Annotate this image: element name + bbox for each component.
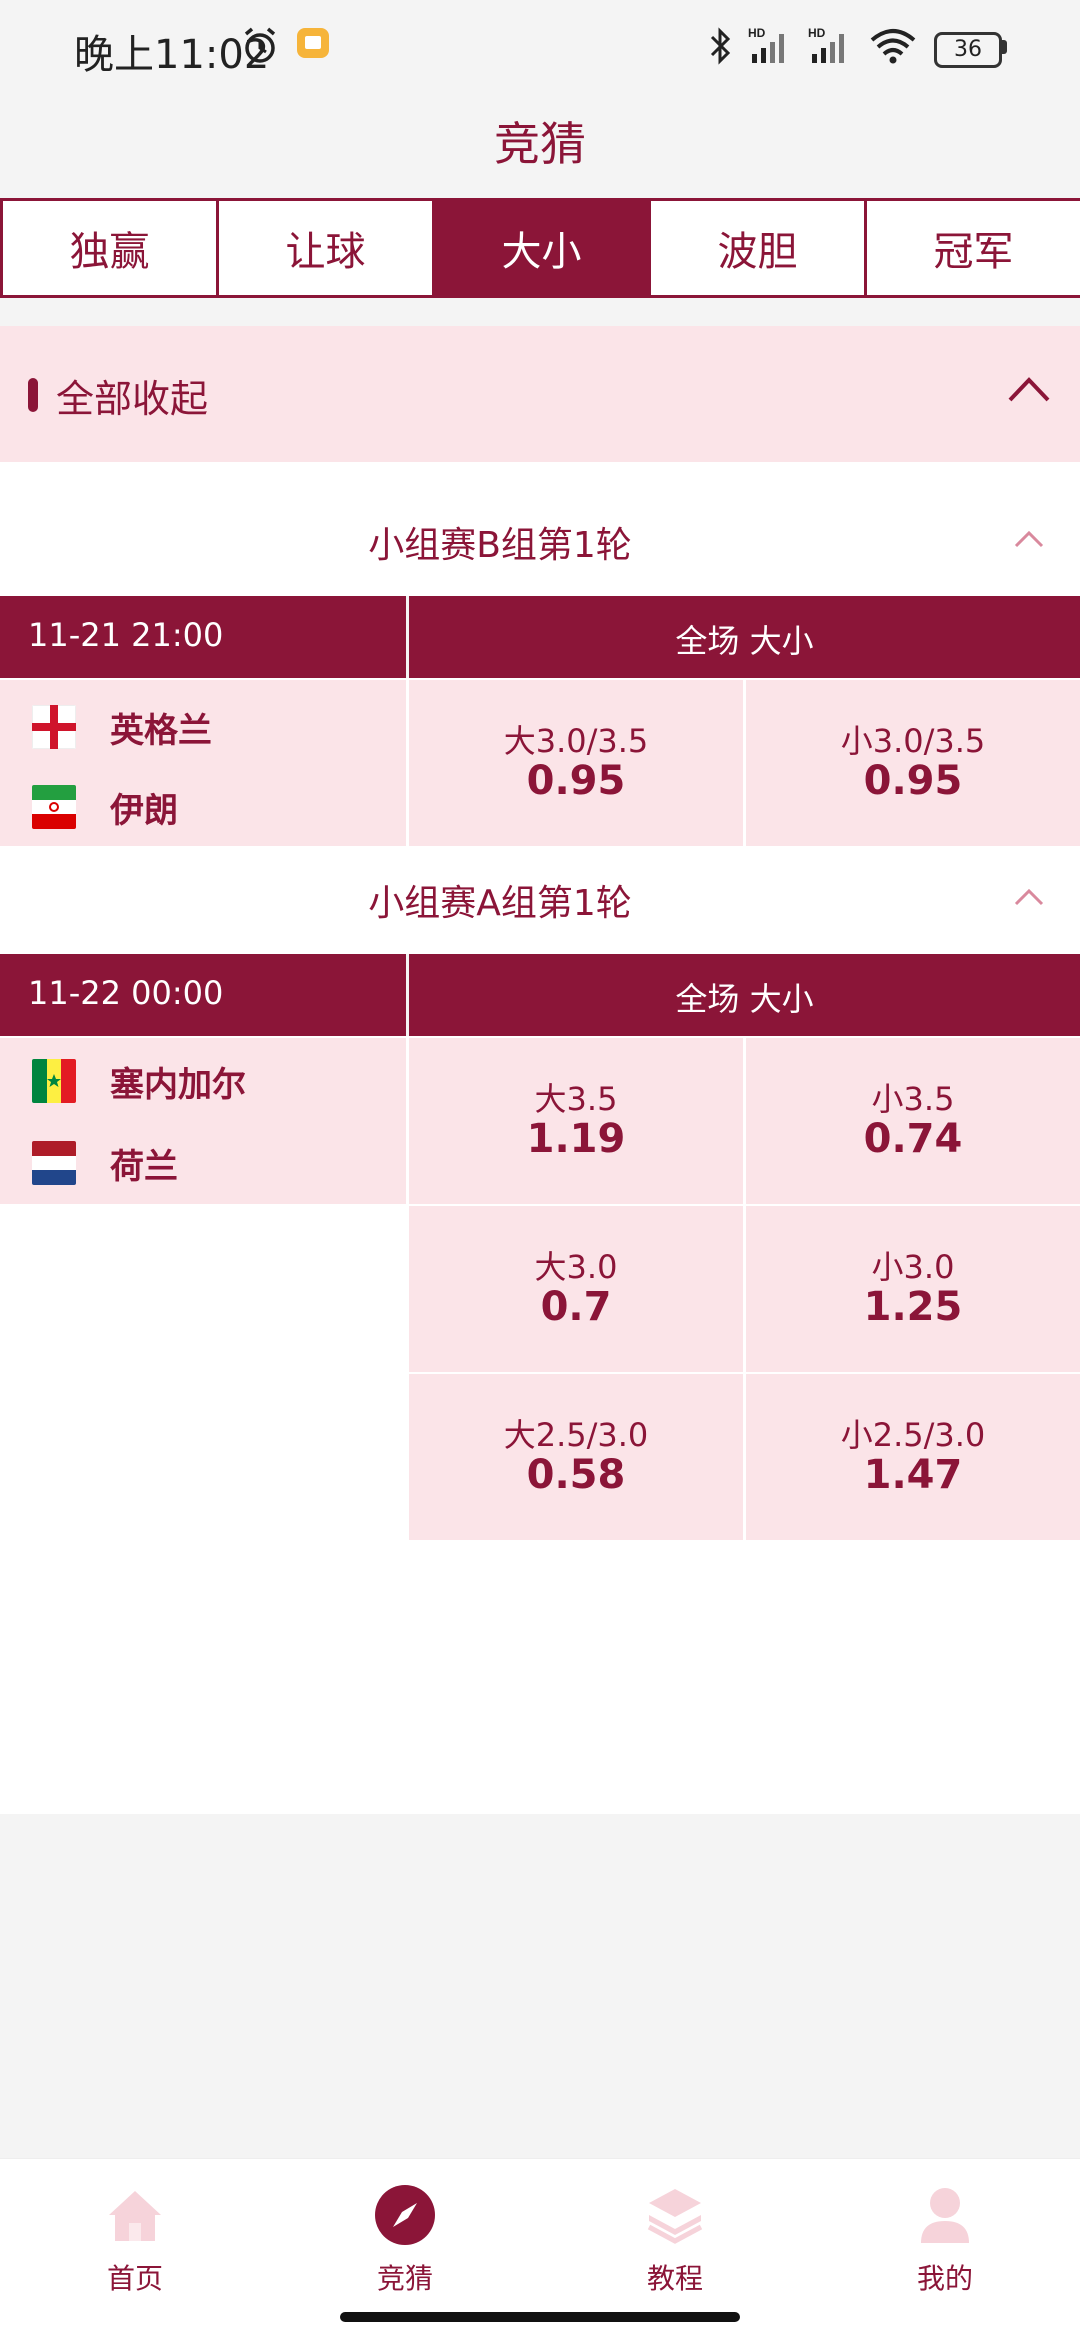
match-time: 11-21 21:00 [28,616,224,654]
nav-label: 我的 [916,2262,973,2295]
group-title: 小组赛B组第1轮 [368,525,632,566]
odds-value: 0.95 [526,758,626,804]
match-time: 11-22 00:00 [28,974,224,1012]
user-icon [913,2183,977,2247]
odds-label: 大3.0 [534,1248,618,1286]
odds-label: 小3.5 [871,1080,955,1118]
layers-icon [643,2183,707,2247]
compass-icon [373,2183,437,2247]
collapse-marker [28,378,38,412]
odds-under-cell[interactable]: 小3.5 0.74 [746,1038,1080,1204]
odds-value: 1.25 [863,1284,963,1330]
odds-value: 0.74 [863,1116,963,1162]
notification-app-icon [297,28,329,58]
odds-label: 大3.5 [534,1080,618,1118]
team-row: 伊朗 [32,782,178,832]
nav-item-profile[interactable]: 我的 [810,2169,1080,2297]
team-row: 英格兰 [32,702,212,752]
odds-over-cell[interactable]: 大3.0/3.5 0.95 [409,680,743,846]
chevron-up-icon[interactable] [1004,370,1054,410]
odds-value: 0.95 [863,758,963,804]
team-name: 塞内加尔 [110,1064,246,1105]
bluetooth-icon [710,27,731,65]
svg-text:HD: HD [748,26,766,40]
team-name: 伊朗 [110,790,178,831]
home-indicator[interactable] [340,2312,740,2322]
odds-label: 大2.5/3.0 [503,1416,649,1454]
nav-item-home[interactable]: 首页 [0,2169,270,2297]
tab-win[interactable]: 独赢 [0,201,216,295]
odds-under-cell[interactable]: 小3.0 1.25 [746,1206,1080,1372]
status-time: 晚上11:02 [74,32,270,78]
england-flag-icon [32,705,76,749]
group-title: 小组赛A组第1轮 [368,883,632,924]
signal-hd-icon: HD [748,26,784,63]
team-name: 英格兰 [110,710,212,751]
odds-value: 1.19 [526,1116,626,1162]
collapse-all-label: 全部收起 [56,377,209,421]
odds-value: 0.7 [540,1284,612,1330]
svg-text:HD: HD [808,26,826,40]
tab-correct-score[interactable]: 波胆 [648,201,864,295]
team-row: 塞内加尔 [32,1056,246,1106]
senegal-flag-icon [32,1059,76,1103]
odds-under-cell[interactable]: 小2.5/3.0 1.47 [746,1374,1080,1540]
alarm-icon [244,27,276,63]
match-header: 11-21 21:00 全场 大小 [0,596,1080,678]
battery-indicator: 36 [934,32,1002,68]
group-chevron-up-icon[interactable] [1012,884,1046,910]
battery-tip [1002,40,1007,54]
odds-label: 小3.0 [871,1248,955,1286]
tab-over-under[interactable]: 大小 [432,201,648,295]
team-name: 荷兰 [110,1146,178,1187]
signal-hd-2-icon: HD [808,26,844,63]
odds-value: 1.47 [863,1452,963,1498]
nav-item-tutorial[interactable]: 教程 [540,2169,810,2297]
tab-champion[interactable]: 冠军 [864,201,1080,295]
teams-cell: 塞内加尔 荷兰 [0,1038,406,1204]
odds-over-cell[interactable]: 大3.0 0.7 [409,1206,743,1372]
odds-under-cell[interactable]: 小3.0/3.5 0.95 [746,680,1080,846]
tab-bar: 独赢 让球 大小 波胆 冠军 [0,198,1080,298]
match-header: 11-22 00:00 全场 大小 [0,954,1080,1036]
odds-label: 小2.5/3.0 [840,1416,986,1454]
tab-handicap[interactable]: 让球 [216,201,432,295]
odds-value: 0.58 [526,1452,626,1498]
market-title: 全场 大小 [675,980,814,1018]
nav-label: 首页 [106,2262,163,2295]
netherlands-flag-icon [32,1141,76,1185]
nav-label: 竞猜 [376,2262,433,2295]
iran-flag-icon [32,785,76,829]
page-title: 竞猜 [494,117,586,171]
market-title: 全场 大小 [675,622,814,660]
teams-cell: 英格兰 伊朗 [0,680,406,846]
nav-item-guess[interactable]: 竞猜 [270,2169,540,2297]
odds-label: 大3.0/3.5 [503,722,649,760]
wifi-icon [870,29,916,64]
home-icon [103,2183,167,2247]
odds-over-cell[interactable]: 大2.5/3.0 0.58 [409,1374,743,1540]
odds-label: 小3.0/3.5 [840,722,986,760]
group-chevron-up-icon[interactable] [1012,526,1046,552]
odds-over-cell[interactable]: 大3.5 1.19 [409,1038,743,1204]
team-row: 荷兰 [32,1138,178,1188]
nav-label: 教程 [646,2262,703,2295]
